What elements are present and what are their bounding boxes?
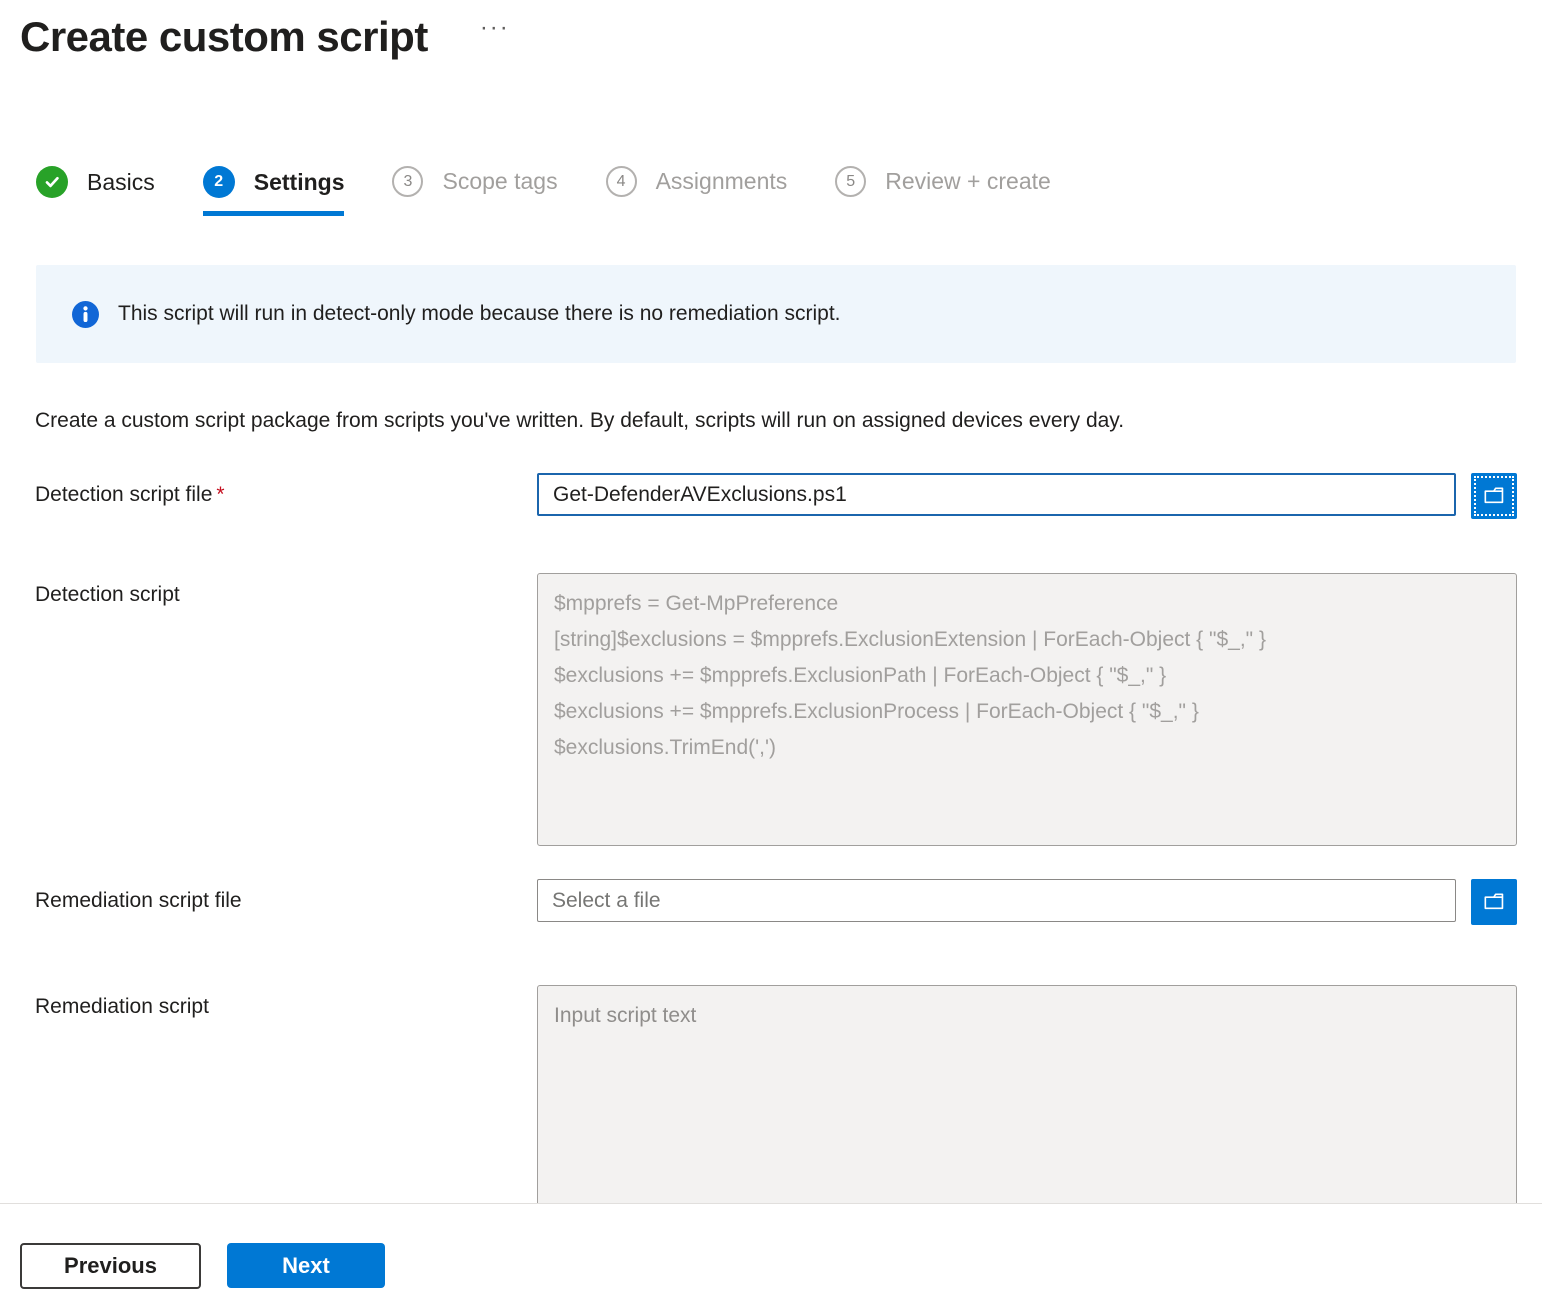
- step-label: Scope tags: [442, 168, 557, 195]
- info-banner-message: This script will run in detect-only mode…: [118, 302, 841, 326]
- previous-button[interactable]: Previous: [20, 1243, 201, 1289]
- detection-script-file-row: Detection script file*: [35, 473, 1517, 519]
- step-basics[interactable]: Basics: [36, 166, 155, 216]
- step-number-badge: 3: [392, 166, 423, 197]
- step-number-badge: 2: [203, 166, 235, 198]
- main-content: Create custom script ··· Basics 2 Settin…: [0, 0, 1542, 1203]
- remediation-script-file-label: Remediation script file: [35, 879, 537, 925]
- remediation-script-file-input[interactable]: [537, 879, 1456, 922]
- folder-icon: [1481, 889, 1507, 915]
- wizard-footer: Previous Next: [0, 1203, 1542, 1307]
- settings-form: Detection script file* Detection script …: [35, 473, 1517, 1203]
- check-icon: [36, 166, 68, 198]
- detection-script-row: Detection script $mpprefs = Get-MpPrefer…: [35, 573, 1517, 846]
- step-label: Settings: [254, 169, 345, 196]
- info-banner: This script will run in detect-only mode…: [36, 265, 1516, 363]
- step-number-badge: 5: [835, 166, 866, 197]
- step-assignments[interactable]: 4 Assignments: [606, 166, 788, 215]
- remediation-script-file-row: Remediation script file: [35, 879, 1517, 925]
- detection-script-textarea[interactable]: $mpprefs = Get-MpPreference [string]$exc…: [537, 573, 1517, 846]
- step-label: Assignments: [656, 168, 788, 195]
- step-scope-tags[interactable]: 3 Scope tags: [392, 166, 557, 215]
- step-number-badge: 4: [606, 166, 637, 197]
- browse-detection-file-button[interactable]: [1471, 473, 1517, 519]
- header: Create custom script ···: [0, 0, 1542, 64]
- remediation-script-label: Remediation script: [35, 985, 537, 1203]
- remediation-script-row: Remediation script: [35, 985, 1517, 1203]
- intro-text: Create a custom script package from scri…: [35, 409, 1517, 433]
- wizard-steps: Basics 2 Settings 3 Scope tags 4 Assignm…: [36, 166, 1542, 216]
- detection-script-label: Detection script: [35, 573, 537, 846]
- step-label: Review + create: [885, 168, 1051, 195]
- next-button[interactable]: Next: [227, 1243, 385, 1288]
- folder-icon: [1481, 483, 1507, 509]
- page-title: Create custom script: [20, 10, 428, 64]
- required-asterisk: *: [216, 483, 224, 506]
- remediation-script-textarea[interactable]: [537, 985, 1517, 1203]
- step-settings[interactable]: 2 Settings: [203, 166, 345, 216]
- detection-script-file-input[interactable]: [537, 473, 1456, 516]
- step-label: Basics: [87, 169, 155, 196]
- browse-remediation-file-button[interactable]: [1471, 879, 1517, 925]
- detection-script-file-label: Detection script file*: [35, 473, 537, 519]
- more-options-icon[interactable]: ···: [480, 16, 510, 40]
- step-review-create[interactable]: 5 Review + create: [835, 166, 1051, 215]
- info-icon: [72, 301, 99, 328]
